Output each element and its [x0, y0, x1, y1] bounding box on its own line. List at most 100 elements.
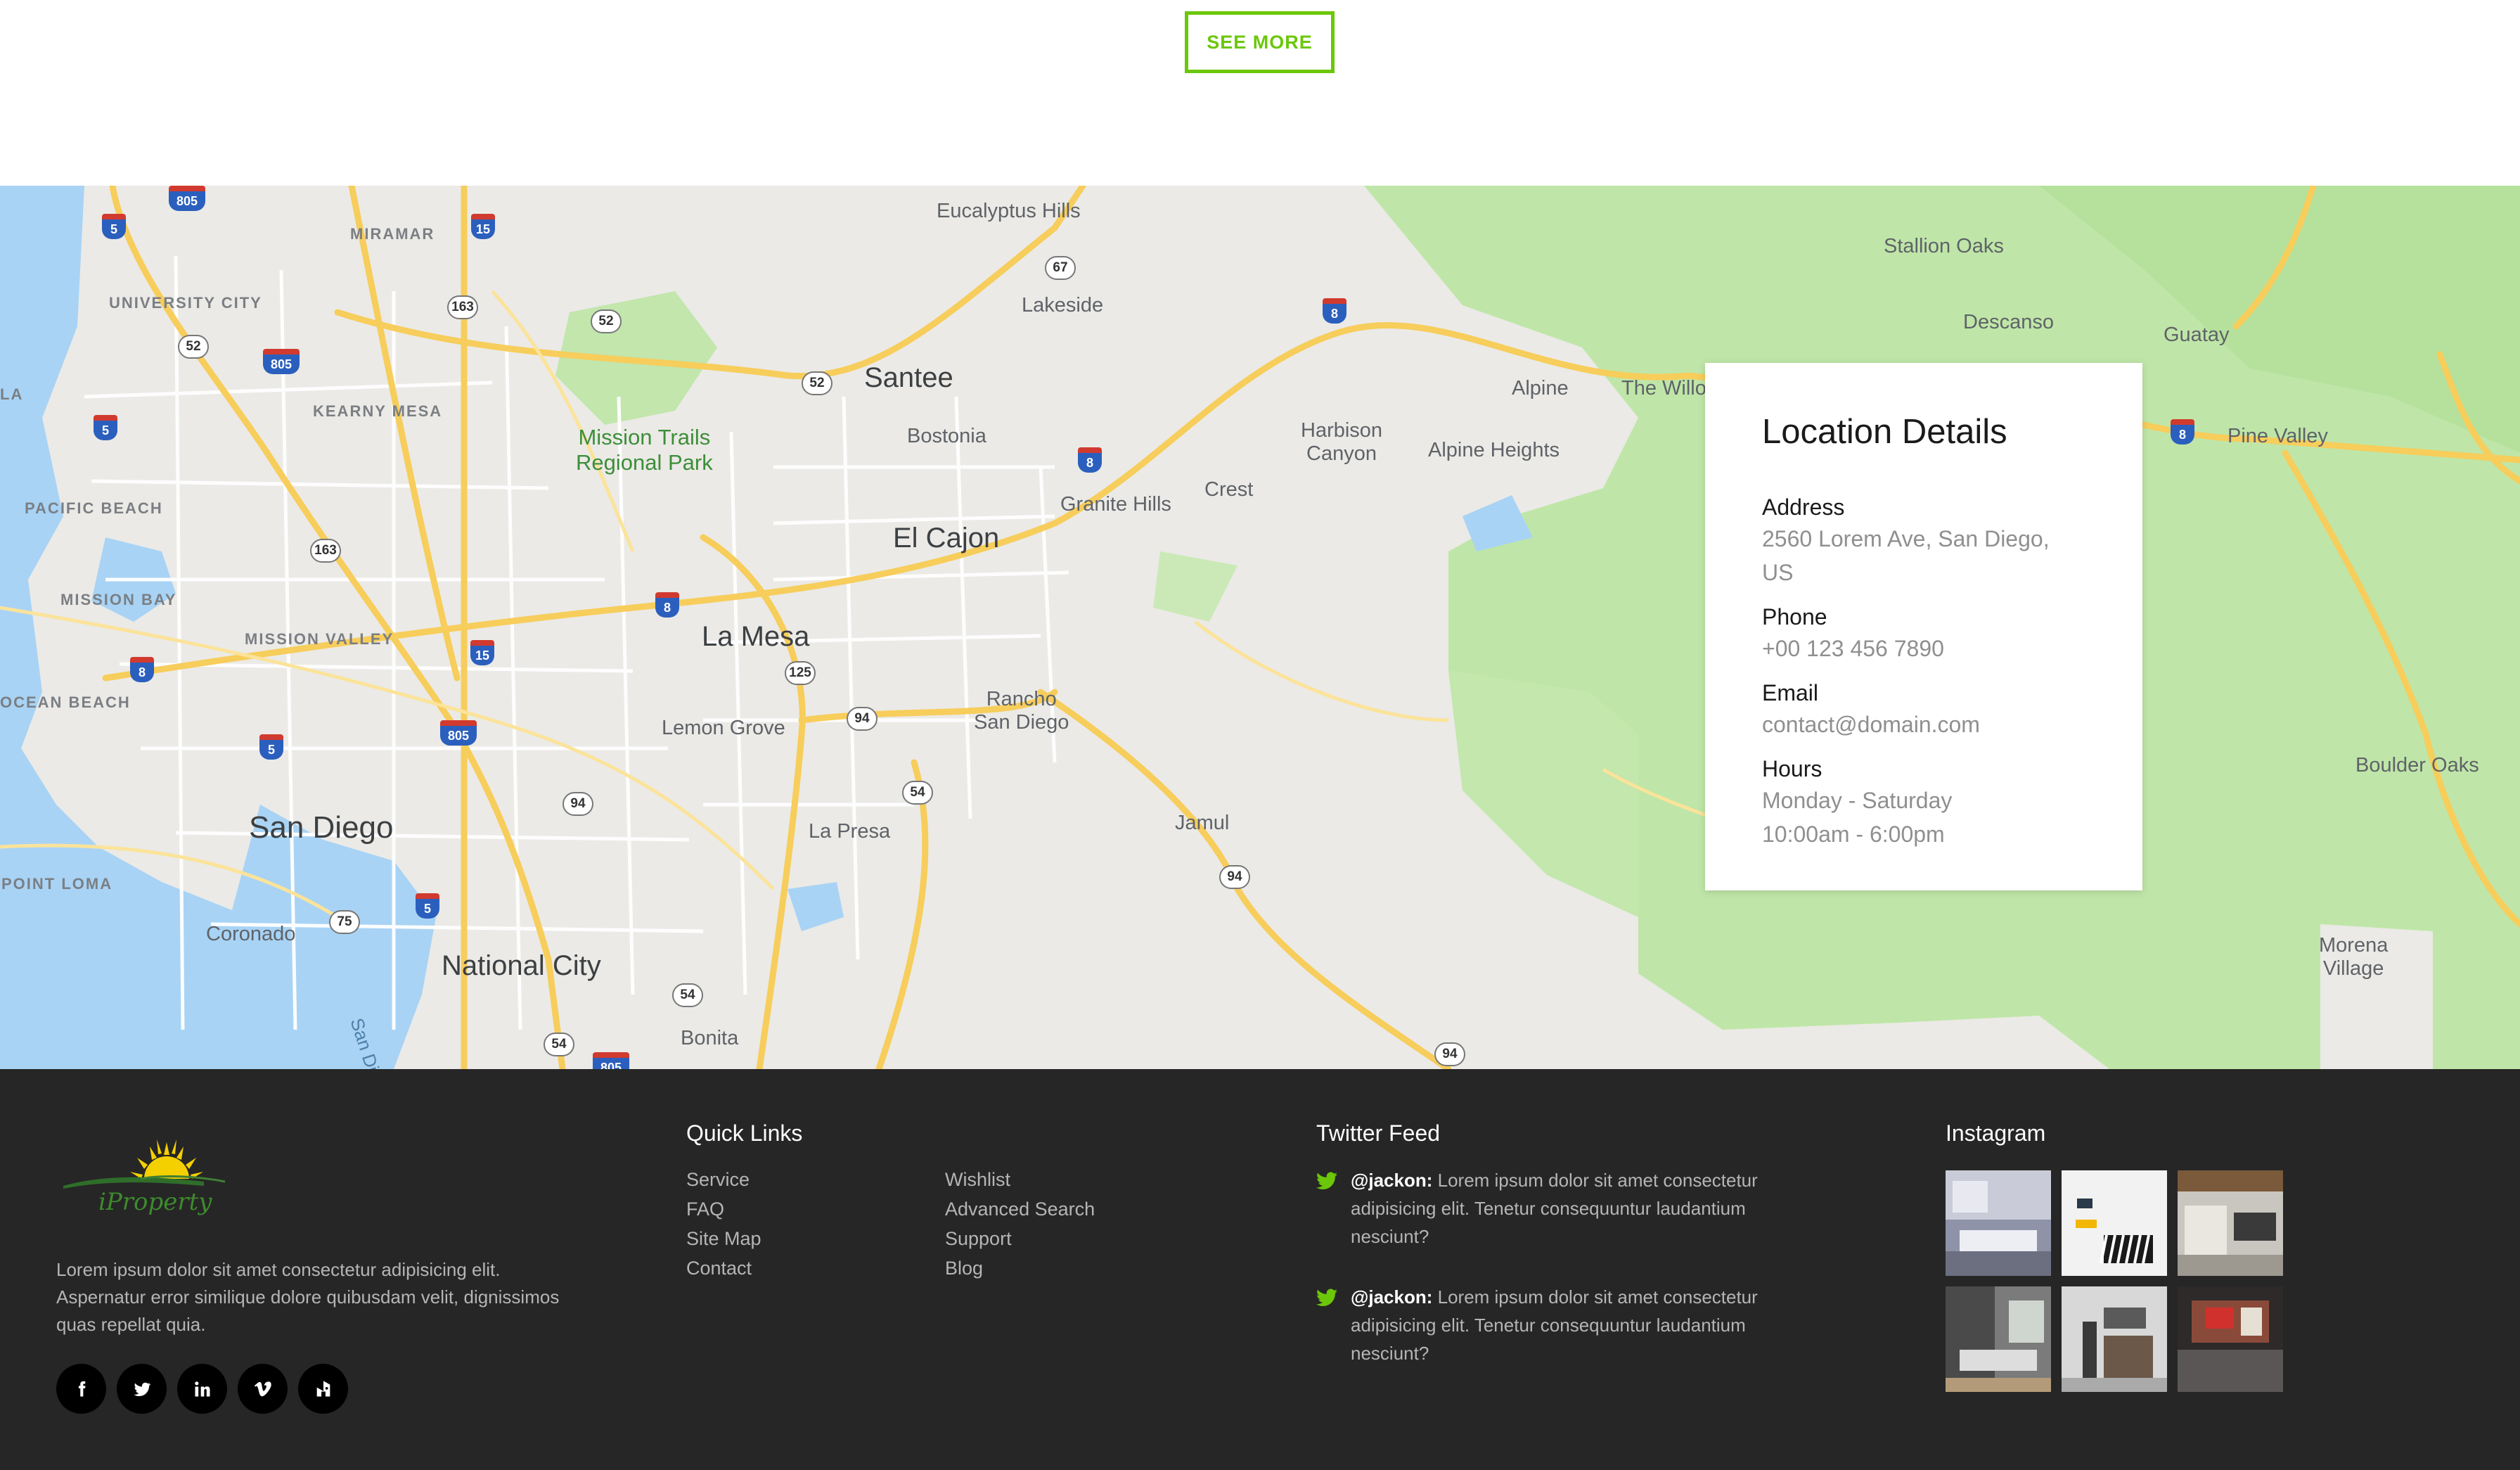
- address-value: 2560 Lorem Ave, San Diego, US: [1762, 526, 2050, 585]
- map-label-crest: Crest: [1204, 478, 1254, 501]
- map-label-stallion-oaks: Stallion Oaks: [1884, 235, 2004, 257]
- route-5-shield: 5: [259, 734, 283, 760]
- footer-link-faq[interactable]: FAQ: [686, 1194, 761, 1224]
- hours-time: 10:00am - 6:00pm: [1762, 822, 1945, 847]
- map-label-el-cajon: El Cajon: [893, 523, 1000, 554]
- iproperty-logo[interactable]: iProperty: [56, 1135, 232, 1220]
- tweet-text: @jackon: Lorem ipsum dolor sit amet cons…: [1351, 1286, 1758, 1364]
- route-5-shield: 5: [416, 893, 439, 919]
- map-label-mission-trails: Mission Trails Regional Park: [576, 425, 713, 475]
- twitter-bird-icon: [1316, 1172, 1337, 1189]
- phone-label: Phone: [1762, 604, 1827, 629]
- map-label-jamul: Jamul: [1175, 812, 1230, 834]
- svg-text:iProperty: iProperty: [98, 1188, 212, 1216]
- map-label-la: LA: [0, 385, 24, 403]
- route-805-shield: 805: [169, 186, 205, 211]
- vimeo-icon[interactable]: [238, 1364, 288, 1414]
- twitter-bird-icon: [1316, 1289, 1337, 1306]
- route-67-shield: 67: [1045, 256, 1076, 280]
- hours-days: Monday - Saturday: [1762, 788, 1953, 813]
- route-163-shield: 163: [310, 539, 341, 563]
- map-label-rancho-san-diego: Rancho San Diego: [974, 688, 1069, 734]
- route-54-shield: 54: [544, 1033, 574, 1056]
- map-label-la-presa: La Presa: [809, 820, 891, 843]
- route-94-shield: 94: [847, 707, 878, 731]
- route-54-shield: 54: [672, 983, 703, 1007]
- instagram-thumbnail[interactable]: [1946, 1170, 2051, 1276]
- map-label-la-mesa: La Mesa: [702, 621, 810, 652]
- map-label-descanso: Descanso: [1963, 311, 2054, 333]
- quick-links-column-2: Wishlist Advanced Search Support Blog: [945, 1165, 1095, 1283]
- instagram-thumbnail[interactable]: [2178, 1170, 2283, 1276]
- footer-link-wishlist[interactable]: Wishlist: [945, 1165, 1095, 1194]
- instagram-thumbnail[interactable]: [2062, 1286, 2167, 1392]
- email-value[interactable]: contact@domain.com: [1762, 708, 2086, 741]
- tweet-handle[interactable]: @jackon:: [1351, 1286, 1432, 1308]
- map-label-national-city: National City: [442, 950, 601, 981]
- map-label-pine-valley: Pine Valley: [2228, 425, 2328, 447]
- route-163-shield: 163: [447, 295, 478, 319]
- route-94-shield: 94: [1434, 1042, 1465, 1066]
- route-8-shield: 8: [655, 592, 679, 618]
- instagram-grid: [1946, 1170, 2283, 1392]
- footer-link-service[interactable]: Service: [686, 1165, 761, 1194]
- footer-about-text: Lorem ipsum dolor sit amet consectetur a…: [56, 1259, 560, 1335]
- footer-link-contact[interactable]: Contact: [686, 1253, 761, 1283]
- map-label-point-loma: POINT LOMA: [1, 875, 113, 893]
- route-805-shield: 805: [263, 349, 300, 374]
- map-label-coronado: Coronado: [206, 923, 296, 945]
- map-label-granite-hills: Granite Hills: [1060, 493, 1171, 516]
- see-more-button[interactable]: SEE MORE: [1185, 11, 1335, 73]
- instagram-thumbnail[interactable]: [1946, 1286, 2051, 1392]
- route-15-shield: 15: [470, 640, 494, 665]
- map-label-boulder-oaks: Boulder Oaks: [2355, 754, 2479, 776]
- footer-link-advanced-search[interactable]: Advanced Search: [945, 1194, 1095, 1224]
- footer-link-site-map[interactable]: Site Map: [686, 1224, 761, 1253]
- map-label-bostonia: Bostonia: [907, 425, 986, 447]
- route-15-shield: 15: [471, 214, 495, 239]
- route-54-shield: 54: [902, 781, 933, 805]
- address-label: Address: [1762, 494, 1845, 520]
- route-52-shield: 52: [802, 371, 832, 395]
- tweet-item: @jackon: Lorem ipsum dolor sit amet cons…: [1316, 1166, 1780, 1251]
- footer-link-blog[interactable]: Blog: [945, 1253, 1095, 1283]
- route-94-shield: 94: [1219, 865, 1250, 889]
- instagram-thumbnail[interactable]: [2062, 1170, 2167, 1276]
- location-details-card: Location Details Address 2560 Lorem Ave,…: [1705, 363, 2142, 890]
- map-label-guatay: Guatay: [2164, 324, 2230, 346]
- twitter-feed-heading: Twitter Feed: [1316, 1120, 1441, 1146]
- route-805-shield: 805: [440, 720, 477, 746]
- map-label-mission-bay: MISSION BAY: [60, 591, 177, 608]
- map-label-kearny-mesa: KEARNY MESA: [313, 402, 443, 420]
- route-805-shield: 805: [593, 1052, 629, 1069]
- footer-link-support[interactable]: Support: [945, 1224, 1095, 1253]
- email-label: Email: [1762, 680, 1819, 705]
- facebook-icon[interactable]: [56, 1364, 106, 1414]
- top-section: SEE MORE: [0, 0, 2520, 186]
- houzz-icon[interactable]: [298, 1364, 348, 1414]
- sun-logo-icon: iProperty: [63, 1139, 226, 1216]
- route-125-shield: 125: [785, 661, 816, 685]
- route-8-shield: 8: [2171, 419, 2194, 445]
- linkedin-icon[interactable]: [177, 1364, 227, 1414]
- route-52-shield: 52: [178, 335, 209, 359]
- map-label-miramar: MIRAMAR: [350, 225, 435, 243]
- location-details-title: Location Details: [1762, 413, 2007, 451]
- map-label-lemon-grove: Lemon Grove: [662, 717, 785, 739]
- route-8-shield: 8: [130, 657, 154, 682]
- phone-value[interactable]: +00 123 456 7890: [1762, 632, 2086, 665]
- map-label-ocean-beach: OCEAN BEACH: [0, 694, 131, 711]
- map-label-lakeside: Lakeside: [1022, 294, 1104, 317]
- map-label-san-diego: San Diego: [249, 810, 394, 845]
- hours-label: Hours: [1762, 756, 1822, 781]
- map-label-mission-valley: MISSION VALLEY: [245, 630, 394, 648]
- map-label-eucalyptus-hills: Eucalyptus Hills: [937, 200, 1081, 222]
- twitter-icon[interactable]: [117, 1364, 167, 1414]
- map-label-university-city: UNIVERSITY CITY: [109, 294, 262, 312]
- site-footer: iProperty Lorem ipsum dolor sit amet con…: [0, 1069, 2520, 1470]
- quick-links-heading: Quick Links: [686, 1120, 803, 1146]
- map-label-the-willo: The Willo: [1621, 377, 1706, 400]
- instagram-thumbnail[interactable]: [2178, 1286, 2283, 1392]
- map-label-pacific-beach: PACIFIC BEACH: [25, 499, 163, 517]
- tweet-handle[interactable]: @jackon:: [1351, 1170, 1432, 1191]
